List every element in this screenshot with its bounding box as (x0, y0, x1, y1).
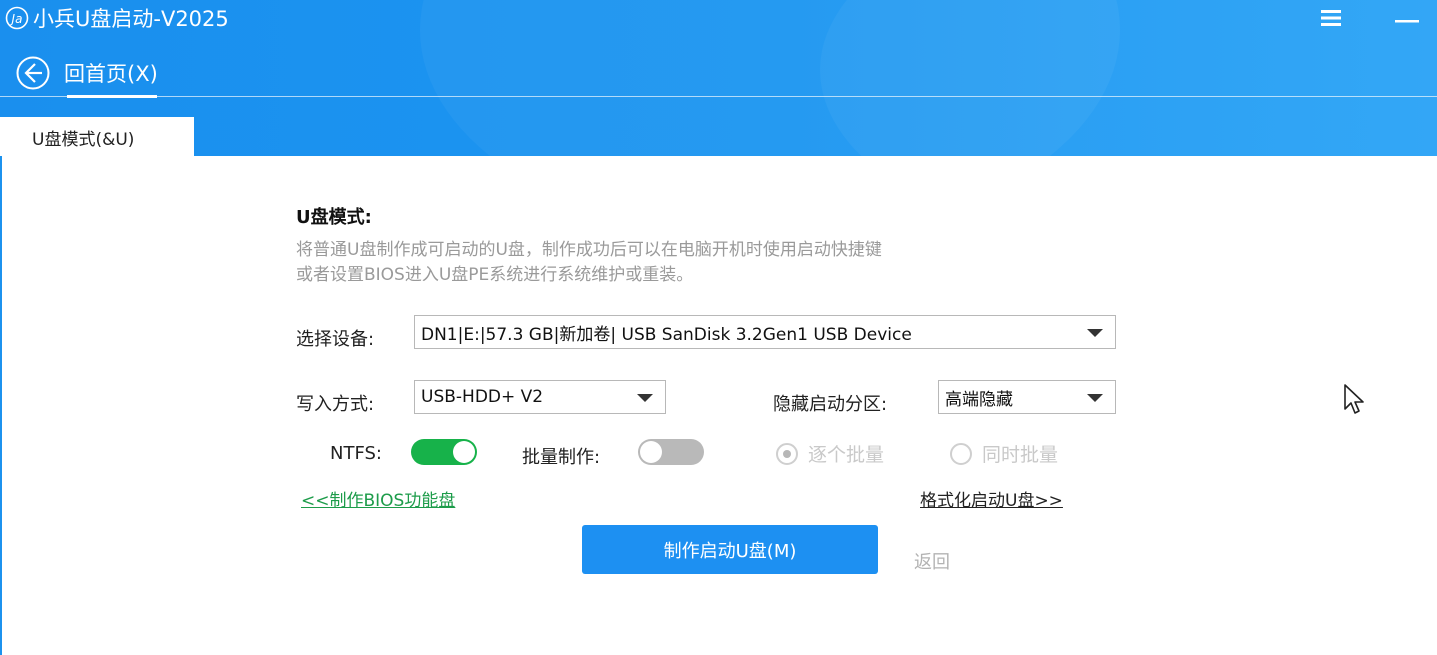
ntfs-toggle[interactable] (411, 439, 477, 465)
make-boot-disk-label: 制作启动U盘(M) (663, 540, 797, 562)
write-mode-label: 写入方式: (296, 394, 375, 415)
app-logo-icon: Ja (5, 6, 29, 30)
toggle-knob (453, 441, 475, 463)
radio-dot (950, 442, 972, 465)
tab-label: U盘模式(&U) (32, 129, 135, 150)
radio-label: 同时批量 (982, 444, 1059, 466)
radio-label: 逐个批量 (808, 444, 885, 466)
radio-sequential-batch[interactable]: 逐个批量 (776, 440, 884, 467)
make-bios-disk-link[interactable]: <<制作BIOS功能盘 (301, 486, 455, 511)
back-home-button[interactable]: 回首页(X) (14, 56, 158, 90)
make-boot-disk-button[interactable]: 制作启动U盘(M) (582, 525, 878, 574)
hamburger-menu-icon[interactable] (1317, 6, 1345, 30)
radio-simultaneous-batch[interactable]: 同时批量 (950, 440, 1058, 467)
header-bar: Ja 小兵U盘启动-V2025 回首页(X) U盘模式(&U) (0, 0, 1437, 156)
write-mode-value: USB-HDD+ V2 (421, 387, 544, 407)
arrow-left-circle-icon (16, 56, 50, 90)
chevron-down-icon (1087, 394, 1103, 402)
format-boot-disk-link[interactable]: 格式化启动U盘>> (920, 486, 1063, 511)
app-title: Ja 小兵U盘启动-V2025 (5, 4, 229, 32)
write-mode-select[interactable]: USB-HDD+ V2 (414, 380, 666, 414)
batch-toggle[interactable] (638, 439, 704, 465)
chevron-down-icon (1087, 329, 1103, 337)
window-title: 小兵U盘启动-V2025 (33, 7, 229, 31)
mode-description: 将普通U盘制作成可启动的U盘，制作成功后可以在电脑开机时使用启动快捷键 或者设置… (296, 238, 1116, 288)
hidden-partition-select[interactable]: 高端隐藏 (938, 380, 1116, 414)
toggle-knob (640, 441, 662, 463)
hidden-partition-value: 高端隐藏 (945, 389, 1013, 410)
batch-label: 批量制作: (522, 447, 601, 468)
device-label: 选择设备: (296, 329, 375, 350)
radio-dot (776, 442, 798, 465)
window-left-border (0, 156, 2, 655)
back-home-label: 回首页(X) (64, 62, 158, 86)
header-divider (0, 96, 1437, 97)
mouse-cursor-icon (1344, 384, 1364, 414)
return-button[interactable]: 返回 (914, 548, 950, 574)
svg-text:Ja: Ja (10, 12, 23, 26)
tab-u-disk-mode[interactable]: U盘模式(&U) (0, 117, 194, 156)
description-line: 将普通U盘制作成可启动的U盘，制作成功后可以在电脑开机时使用启动快捷键 (296, 240, 882, 260)
section-title: U盘模式: (296, 207, 372, 228)
hidden-partition-label: 隐藏启动分区: (773, 394, 888, 415)
device-value: DN1|E:|57.3 GB|新加卷| USB SanDisk 3.2Gen1 … (421, 324, 912, 345)
ntfs-label: NTFS: (330, 443, 382, 464)
device-select[interactable]: DN1|E:|57.3 GB|新加卷| USB SanDisk 3.2Gen1 … (414, 315, 1116, 349)
description-line: 或者设置BIOS进入U盘PE系统进行系统维护或重装。 (296, 265, 694, 285)
minimize-icon[interactable] (1393, 6, 1421, 30)
chevron-down-icon (637, 394, 653, 402)
